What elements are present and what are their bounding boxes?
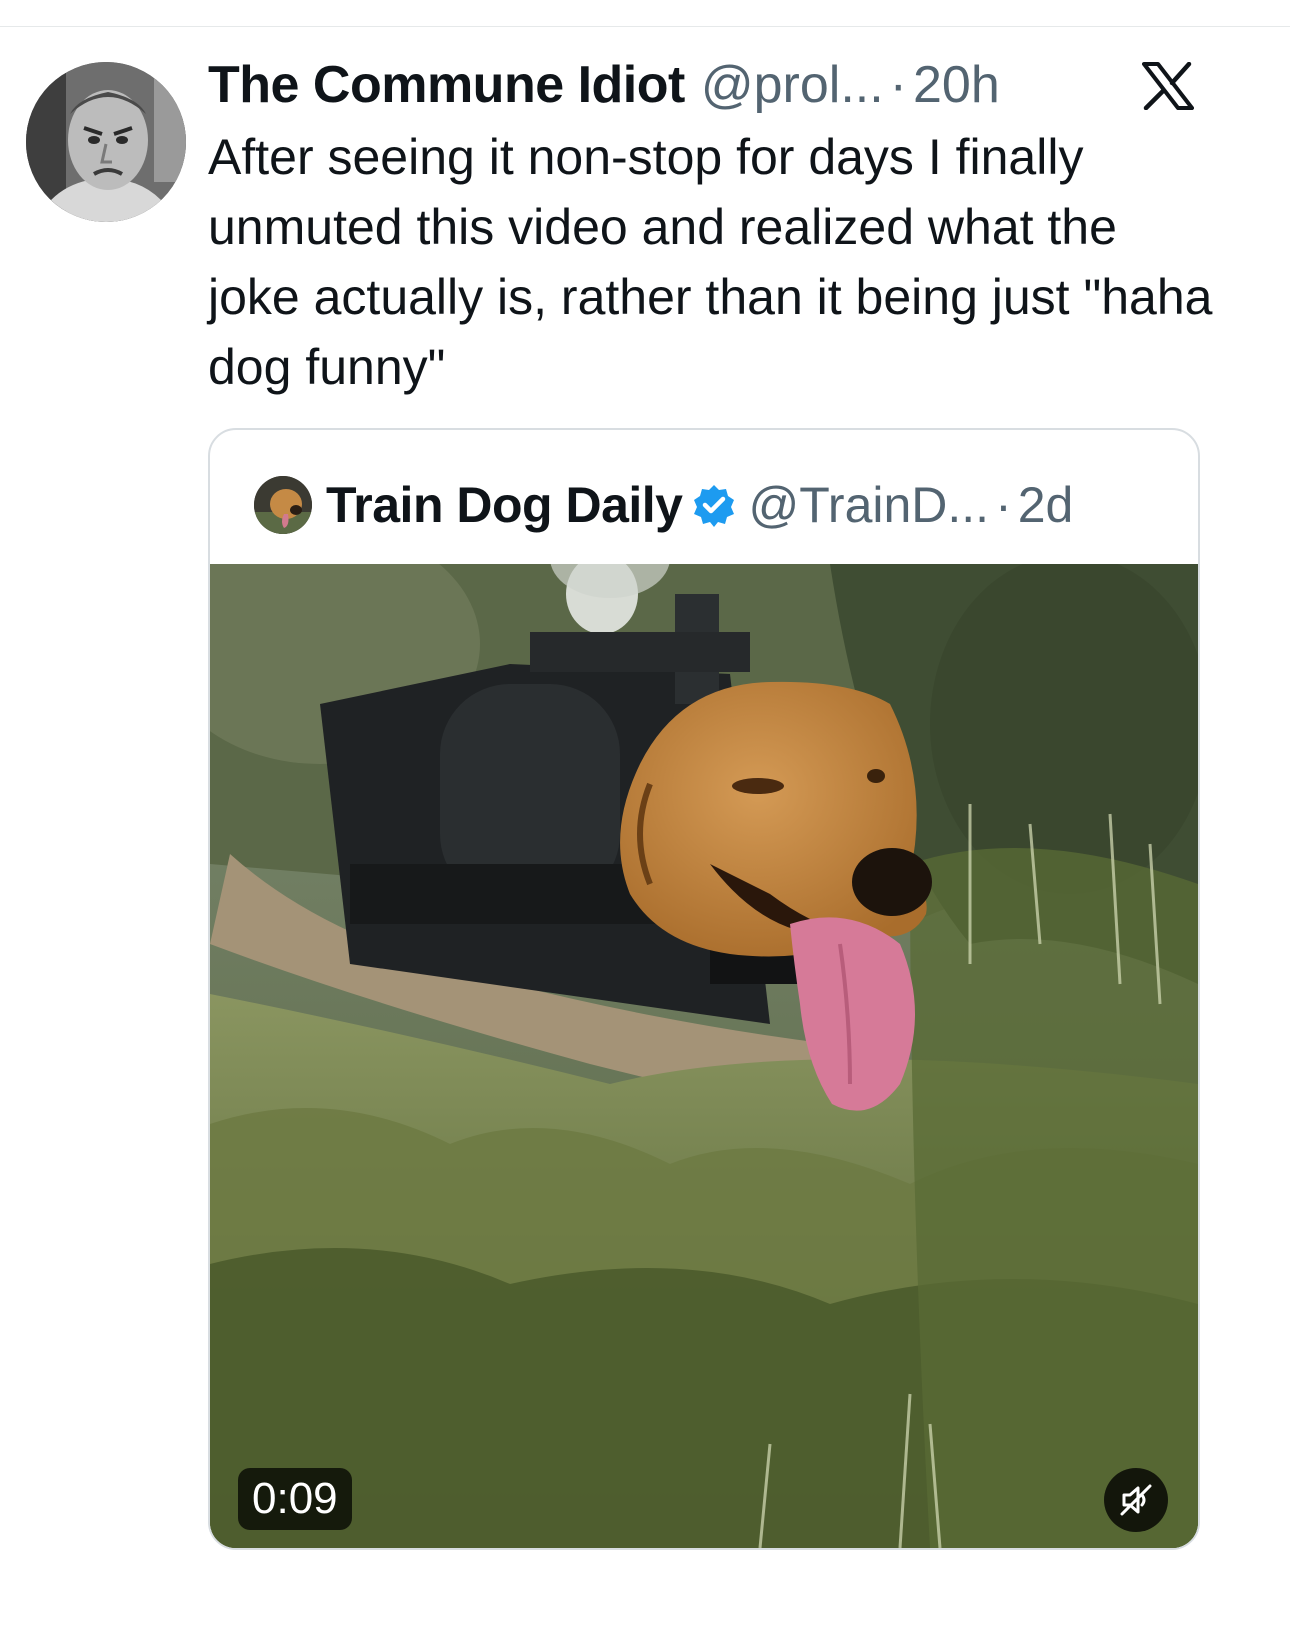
quoted-author-display-name[interactable]: Train Dog Daily [326,476,683,534]
video-duration: 0:09 [238,1468,352,1530]
author-display-name[interactable]: The Commune Idiot [208,55,685,115]
separator-dot: · [889,56,907,114]
dog-avatar-image [254,476,312,534]
quoted-author-handle[interactable]: @TrainD... [748,476,989,534]
train-with-dog-head-video[interactable]: 0:09 [210,564,1198,1548]
author-avatar[interactable] [26,62,186,222]
dog-avatar[interactable] [254,476,312,534]
tweet-text: After seeing it non-stop for days I fina… [208,129,1213,395]
video-frame [210,564,1198,1548]
portrait-image [26,62,186,222]
tweet-header: The Commune Idiot @prol... · 20h [208,54,1000,116]
quoted-tweet-header: Train Dog Daily @TrainD... · 2d [254,474,1073,536]
speaker-muted-icon [1120,1484,1152,1516]
x-logo-icon[interactable] [1142,62,1194,110]
top-divider [0,26,1290,27]
quoted-separator-dot: · [995,477,1012,533]
quoted-tweet-card[interactable]: Train Dog Daily @TrainD... · 2d 0:09 [208,428,1200,1550]
author-handle[interactable]: @prol... [701,55,884,115]
verified-badge-icon[interactable] [692,483,736,527]
quoted-tweet-timestamp[interactable]: 2d [1018,476,1074,534]
tweet-timestamp[interactable]: 20h [913,55,1000,115]
mute-toggle-button[interactable] [1104,1468,1168,1532]
